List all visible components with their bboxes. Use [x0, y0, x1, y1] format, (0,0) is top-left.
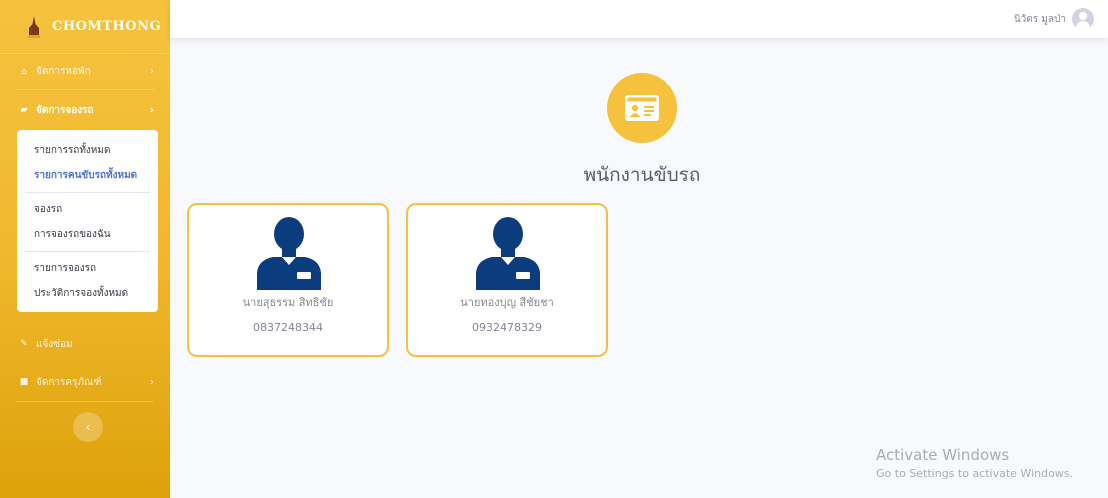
- driver-person-icon: [257, 217, 321, 290]
- car-icon: ▰: [20, 105, 28, 115]
- submenu-item-my-bookings[interactable]: การจองรถของฉัน: [17, 222, 158, 247]
- id-card-badge: [607, 73, 677, 143]
- page-title: พนักงานขับรถ: [583, 164, 701, 186]
- topbar: นิวัตร มูลป่า: [170, 0, 1108, 38]
- divider: [25, 192, 150, 193]
- temple-logo-icon: [28, 15, 40, 38]
- driver-phone: 0837248344: [253, 321, 323, 334]
- submenu-item-book-car[interactable]: จองรถ: [17, 197, 158, 222]
- submenu-item-booking-list[interactable]: รายการจองรถ: [17, 256, 158, 281]
- car-booking-submenu: รายการรถทั้งหมด รายการคนขับรถทั้งหมด จอง…: [17, 130, 158, 312]
- box-icon: ■: [19, 377, 29, 387]
- divider: [25, 251, 150, 252]
- driver-person-icon: [476, 217, 540, 290]
- submenu-item-booking-history[interactable]: ประวัติการจองทั้งหมด: [17, 281, 158, 306]
- watermark-subtitle: Go to Settings to activate Windows.: [876, 467, 1074, 480]
- brand[interactable]: CHOMTHONG: [0, 0, 170, 54]
- divider: [16, 401, 154, 402]
- user-menu[interactable]: นิวัตร มูลป่า: [1014, 8, 1094, 30]
- windows-activation-watermark: Activate Windows Go to Settings to activ…: [876, 446, 1073, 480]
- driver-card[interactable]: นายทองบุญ สีชัยชา 0932478329: [406, 203, 608, 357]
- chevron-right-icon: ›: [150, 376, 154, 388]
- brand-name: CHOMTHONG: [52, 19, 162, 34]
- id-card-icon: [625, 95, 659, 121]
- sidebar-item-equipment[interactable]: ■ จัดการครุภัณฑ์ ›: [0, 363, 170, 401]
- submenu-item-all-cars[interactable]: รายการรถทั้งหมด: [17, 138, 158, 163]
- watermark-title: Activate Windows: [876, 446, 1010, 464]
- chevron-left-icon: ‹: [85, 420, 91, 434]
- sidebar-item-label: จัดการจองรถ: [36, 104, 94, 116]
- wrench-icon: ✎: [20, 339, 28, 349]
- sidebar-item-car-booking[interactable]: ▰ จัดการจองรถ ›: [0, 90, 170, 130]
- chevron-right-icon: ›: [150, 66, 154, 77]
- driver-name: นายทองบุญ สีชัยชา: [460, 296, 554, 309]
- sidebar: CHOMTHONG ⌂ จัดการหอพัก › ▰ จัดการจองรถ …: [0, 0, 170, 498]
- sidebar-toggle-button[interactable]: ‹: [73, 412, 103, 442]
- driver-name: นายสุธรรม สิทธิชัย: [242, 296, 334, 309]
- user-name: นิวัตร มูลป่า: [1013, 13, 1066, 25]
- chevron-right-icon: ›: [149, 104, 154, 116]
- home-icon: ⌂: [21, 66, 27, 77]
- sidebar-item-label: จัดการหอพัก: [36, 66, 91, 77]
- sidebar-item-repair[interactable]: ✎ แจ้งซ่อม: [0, 325, 170, 363]
- submenu-item-all-drivers[interactable]: รายการคนขับรถทั้งหมด: [17, 163, 158, 188]
- sidebar-item-label: แจ้งซ่อม: [36, 338, 73, 350]
- driver-phone: 0932478329: [472, 321, 542, 334]
- driver-card[interactable]: นายสุธรรม สิทธิชัย 0837248344: [187, 203, 389, 357]
- avatar-icon: [1072, 8, 1094, 30]
- sidebar-item-dormitory[interactable]: ⌂ จัดการหอพัก ›: [0, 54, 170, 89]
- sidebar-item-label: จัดการครุภัณฑ์: [36, 376, 102, 388]
